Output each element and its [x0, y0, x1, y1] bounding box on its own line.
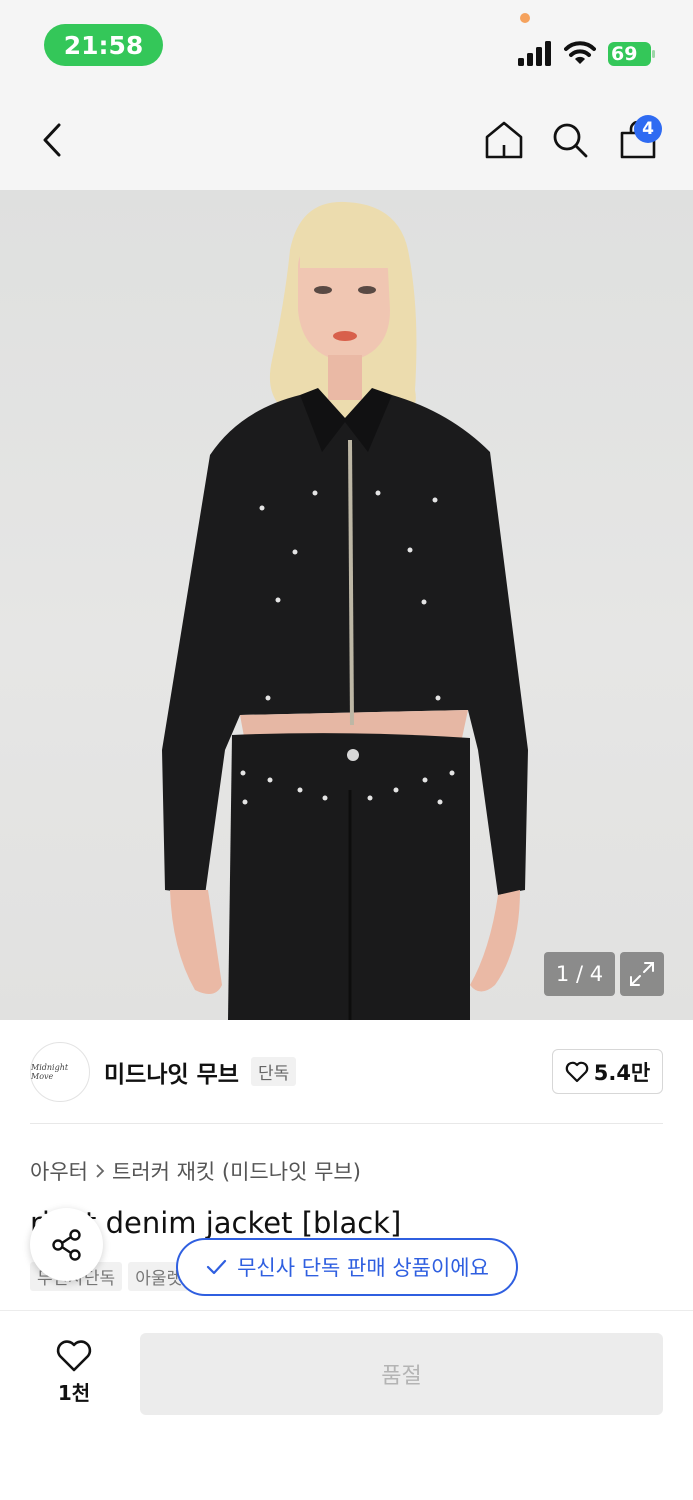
bottom-action-bar: 1천 품절 [0, 1311, 693, 1500]
home-button[interactable] [480, 116, 528, 164]
battery-level: 69 [611, 43, 638, 65]
status-bar: 21:58 69 [0, 0, 693, 92]
signal-icon [518, 41, 551, 66]
brand-like-button[interactable]: 5.4만 [552, 1049, 663, 1094]
divider [30, 1123, 663, 1124]
brand-logo-text: Midnight Move [31, 1063, 69, 1081]
brand-name[interactable]: 미드나잇 무브 [104, 1055, 239, 1089]
back-button[interactable] [28, 116, 76, 164]
top-navigation [0, 92, 693, 190]
home-icon [485, 121, 523, 159]
wishlist-count: 1천 [57, 1381, 91, 1405]
heart-icon [56, 1340, 92, 1372]
exclusive-tag: 단독 [251, 1057, 297, 1086]
privacy-indicator-dot [520, 13, 530, 23]
brand-row: Midnight Move 미드나잇 무브 단독 5.4만 [0, 1020, 693, 1124]
check-icon [206, 1259, 227, 1275]
share-icon [51, 1228, 81, 1261]
product-photo [162, 201, 528, 1020]
toast-message: 무신사 단독 판매 상품이에요 [237, 1256, 489, 1280]
wifi-icon [564, 41, 596, 64]
status-time: 21:58 [44, 24, 163, 66]
product-image-carousel[interactable] [0, 190, 693, 1020]
back-icon [43, 123, 61, 157]
breadcrumb: 아우터 트러커 재킷 (미드나잇 무브) [30, 1156, 361, 1186]
search-icon [553, 123, 588, 158]
cart-count-badge: 4 [634, 115, 662, 143]
search-button[interactable] [546, 116, 594, 164]
wishlist-button[interactable]: 1천 [38, 1339, 110, 1409]
brand-logo[interactable]: Midnight Move [30, 1042, 90, 1102]
breadcrumb-category[interactable]: 아우터 [30, 1156, 88, 1186]
chevron-right-icon [96, 1164, 105, 1178]
soldout-button: 품절 [140, 1333, 663, 1415]
share-button[interactable] [30, 1208, 103, 1281]
brand-like-count: 5.4만 [593, 1060, 651, 1085]
breadcrumb-subcategory[interactable]: 트러커 재킷 (미드나잇 무브) [112, 1156, 361, 1186]
battery-indicator: 69 [608, 42, 656, 66]
image-counter: 1 / 4 [544, 952, 615, 996]
heart-icon [565, 1061, 589, 1082]
exclusive-toast: 무신사 단독 판매 상품이에요 [176, 1238, 518, 1296]
expand-icon [630, 962, 654, 986]
expand-image-button[interactable] [620, 952, 664, 996]
